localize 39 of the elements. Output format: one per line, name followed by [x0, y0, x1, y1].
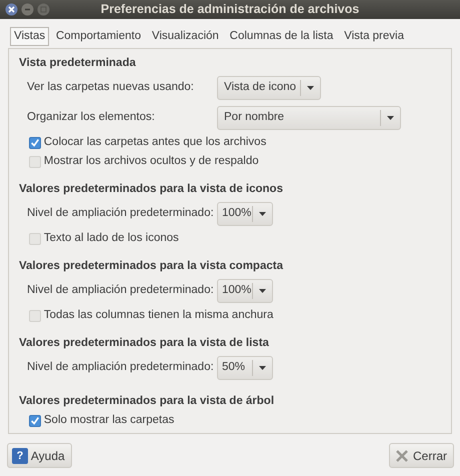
field-label: Organizar los elementos: — [27, 110, 156, 126]
checkbox-label: Todas las columnas tienen la misma anchura — [44, 308, 274, 323]
section-heading: Valores predeterminados para la vista de iconos — [19, 182, 284, 197]
caret-icon — [307, 86, 314, 90]
tab[interactable]: Comportamiento — [52, 27, 145, 46]
checkbox[interactable] — [29, 136, 41, 148]
close-button[interactable]: Cerrar — [389, 443, 454, 468]
dropdown[interactable]: Vista de icono — [217, 76, 321, 100]
close-icon[interactable] — [5, 3, 18, 16]
close-icon — [394, 448, 410, 464]
caret-icon — [387, 116, 394, 120]
dropdown[interactable]: 50% — [217, 356, 273, 380]
field-label: Ver las carpetas nuevas usando: — [27, 80, 195, 96]
help-button[interactable]: ? Ayuda — [7, 443, 72, 468]
maximize-icon[interactable] — [36, 3, 50, 16]
checkbox[interactable] — [29, 414, 41, 426]
dropdown[interactable]: 100% — [217, 279, 273, 303]
field-label: Nivel de ampliación predeterminado: — [27, 283, 215, 298]
caret-icon — [259, 366, 266, 370]
caret-icon — [259, 212, 266, 216]
field-label: Nivel de ampliación predeterminado: — [27, 206, 215, 222]
checkbox-label: Mostrar los archivos ocultos y de respaldo — [44, 154, 259, 169]
caret-icon — [259, 289, 266, 293]
section-heading: Valores predeterminados para la vista de árbol — [19, 394, 276, 409]
checkbox-label: Solo mostrar las carpetas — [44, 412, 174, 428]
tab[interactable]: Vistas — [10, 27, 50, 46]
tab[interactable]: Visualización — [148, 27, 223, 46]
tab[interactable]: Vista previa — [340, 27, 408, 46]
dropdown[interactable]: Por nombre — [217, 106, 401, 130]
dropdown[interactable]: 100% — [217, 202, 273, 226]
help-icon: ? — [12, 448, 28, 464]
section-heading: Valores predeterminados para la vista de lista — [19, 336, 270, 351]
window-title: Preferencias de administración de archivos — [100, 1, 360, 18]
section-heading: Vista predeterminada — [19, 56, 137, 71]
checkbox-label: Texto al lado de los iconos — [44, 230, 179, 246]
tab[interactable]: Columnas de la lista — [226, 27, 338, 46]
section-heading: Valores predeterminados para la vista compacta — [19, 259, 284, 274]
checkbox-label: Colocar las carpetas antes que los archivos — [44, 134, 266, 150]
field-label: Nivel de ampliación predeterminado: — [27, 360, 215, 376]
